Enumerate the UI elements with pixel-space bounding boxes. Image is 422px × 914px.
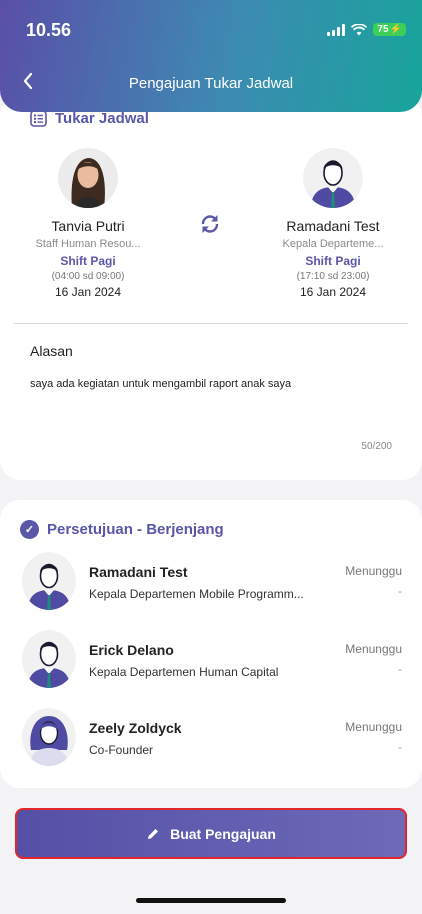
battery-icon: 75 ⚡ <box>373 23 406 36</box>
approver-row: Zeely Zoldyck Co-Founder Menunggu - <box>22 708 404 770</box>
approver-avatar <box>22 630 76 688</box>
requester-shift: Shift Pagi <box>60 254 116 268</box>
swap-icon <box>198 212 222 241</box>
approver-time: - <box>398 740 402 754</box>
approver-role: Co-Founder <box>89 743 154 757</box>
home-indicator <box>136 898 286 903</box>
reason-label: Alasan <box>30 343 73 359</box>
approver-role: Kepala Departemen Human Capital <box>89 665 279 679</box>
status-time: 10.56 <box>26 20 72 40</box>
app-header: 10.56 75 ⚡ Pengajuan Tukar Jadwal <box>0 0 422 112</box>
approver-name: Zeely Zoldyck <box>89 720 182 736</box>
approver-name: Ramadani Test <box>89 564 188 580</box>
requester-avatar <box>58 148 118 208</box>
approver-time: - <box>398 584 402 598</box>
approval-section-header: ✓ Persetujuan - Berjenjang <box>20 520 224 539</box>
swap-card: Tukar Jadwal Tanvia Putri Staff Human Re… <box>0 96 422 480</box>
target-role: Kepala Departeme... <box>282 238 384 250</box>
target-hours: (17:10 sd 23:00) <box>296 271 370 282</box>
status-icons: 75 ⚡ <box>327 23 406 36</box>
target-date: 16 Jan 2024 <box>299 285 367 299</box>
swap-section-header: Tukar Jadwal <box>30 110 149 127</box>
approver-avatar <box>22 708 76 766</box>
approver-row: Ramadani Test Kepala Departemen Mobile P… <box>22 552 404 614</box>
approver-row: Erick Delano Kepala Departemen Human Cap… <box>22 630 404 692</box>
wifi-icon <box>351 23 368 35</box>
approver-status: Menunggu <box>345 642 402 656</box>
submit-label: Buat Pengajuan <box>170 825 276 842</box>
requester-role: Staff Human Resou... <box>35 238 141 250</box>
battery-level: 75 <box>377 24 389 35</box>
divider <box>14 323 408 324</box>
approver-avatar <box>22 552 76 610</box>
pencil-icon <box>148 828 159 839</box>
check-circle-icon: ✓ <box>20 520 39 539</box>
swap-section-title: Tukar Jadwal <box>55 110 149 127</box>
approver-status: Menunggu <box>345 564 402 578</box>
requester-hours: (04:00 sd 09:00) <box>51 271 125 282</box>
approver-status: Menunggu <box>345 720 402 734</box>
requester-date: 16 Jan 2024 <box>54 285 122 299</box>
approval-card: ✓ Persetujuan - Berjenjang Ramadani Test… <box>0 500 422 788</box>
requester-name: Tanvia Putri <box>51 218 125 234</box>
target-avatar <box>303 148 363 208</box>
signal-icon <box>327 23 346 36</box>
target-shift: Shift Pagi <box>305 254 361 268</box>
reason-text: saya ada kegiatan untuk mengambil raport… <box>30 378 292 390</box>
approval-section-title: Persetujuan - Berjenjang <box>47 521 224 538</box>
page-title: Pengajuan Tukar Jadwal <box>128 75 294 92</box>
approver-name: Erick Delano <box>89 642 174 658</box>
requester-block: Tanvia Putri Staff Human Resou... Shift … <box>13 148 163 299</box>
char-counter: 50/200 <box>361 441 392 452</box>
target-block: Ramadani Test Kepala Departeme... Shift … <box>258 148 408 299</box>
list-icon <box>30 110 47 127</box>
approver-role: Kepala Departemen Mobile Programm... <box>89 587 304 601</box>
target-name: Ramadani Test <box>286 218 380 234</box>
approver-time: - <box>398 662 402 676</box>
submit-button[interactable]: Buat Pengajuan <box>15 808 407 859</box>
